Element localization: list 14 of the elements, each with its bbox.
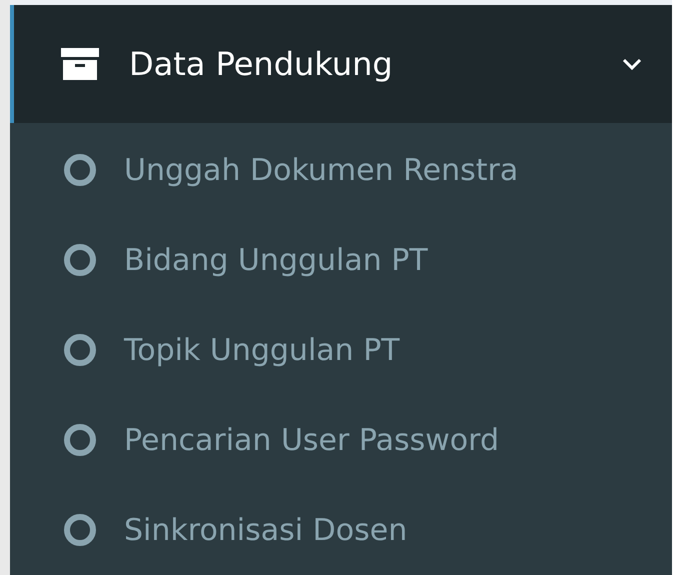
archive-icon <box>61 48 99 80</box>
chevron-icon <box>622 58 642 70</box>
circle-icon <box>62 512 98 548</box>
circle-icon <box>62 422 98 458</box>
circle-icon <box>62 152 98 188</box>
submenu-item[interactable]: Pencarian User Password <box>10 395 672 485</box>
submenu-item[interactable]: Topik Unggulan PT <box>10 305 672 395</box>
menu-label: Data Pendukung <box>129 44 394 83</box>
submenu-item[interactable]: Sinkronisasi Dosen <box>10 485 672 575</box>
menu-header[interactable]: Data Pendukung <box>10 4 672 123</box>
submenu-item[interactable]: Unggah Dokumen Renstra <box>10 125 672 215</box>
circle-icon <box>62 332 98 368</box>
submenu-item[interactable]: Bidang Unggulan PT <box>10 215 672 305</box>
circle-icon <box>62 242 98 278</box>
